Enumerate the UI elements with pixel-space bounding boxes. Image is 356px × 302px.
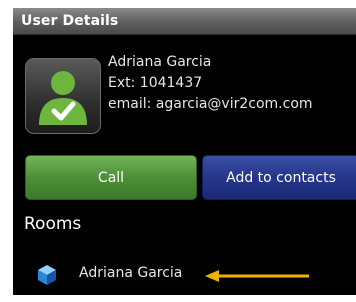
title-bar: User Details [13, 8, 356, 35]
avatar [25, 58, 101, 134]
user-info: Adriana Garcia Ext: 1041437 email: agarc… [108, 52, 313, 115]
room-cube-icon [38, 265, 56, 285]
add-to-contacts-button[interactable]: Add to contacts [202, 155, 356, 200]
user-extension: Ext: 1041437 [108, 75, 203, 91]
page-title: User Details [21, 13, 119, 29]
call-button-label: Call [97, 169, 125, 186]
room-list-item[interactable]: Adriana Garcia [13, 258, 356, 288]
add-to-contacts-label: Add to contacts [226, 169, 336, 186]
rooms-heading: Rooms [24, 214, 82, 234]
room-label: Adriana Garcia [79, 265, 183, 281]
user-email: email: agarcia@vir2com.com [108, 96, 313, 112]
user-details-screen: User Details Adriana Garcia Ext: 1041437… [13, 8, 356, 295]
user-check-icon [39, 71, 87, 125]
call-button[interactable]: Call [25, 155, 197, 200]
left-arrow-icon [205, 270, 309, 282]
user-name: Adriana Garcia [108, 54, 212, 70]
